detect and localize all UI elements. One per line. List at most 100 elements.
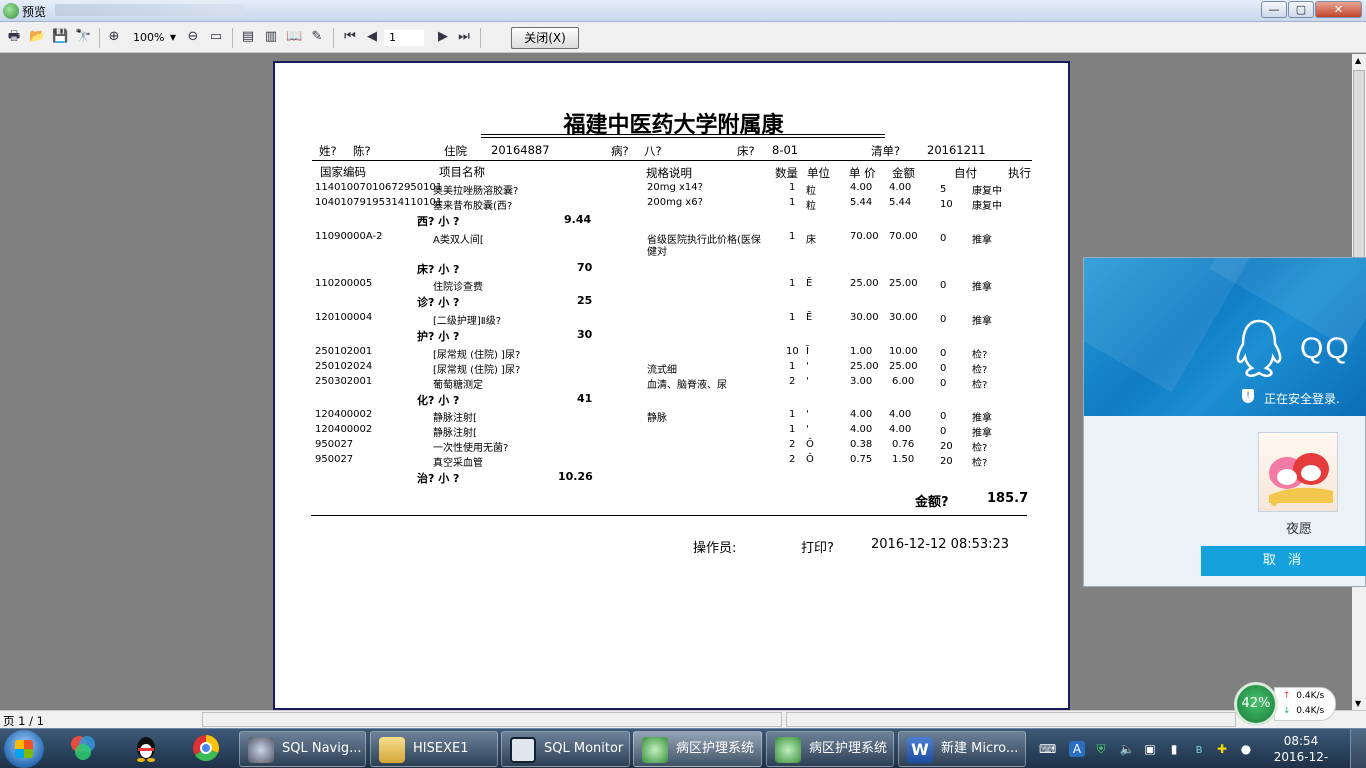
task-sql-navigator[interactable]: SQL Navig... bbox=[239, 731, 366, 767]
item-code: 120100004 bbox=[315, 312, 373, 323]
col-header: 单 价 bbox=[849, 166, 876, 180]
zoom-in-icon[interactable]: ⊕ bbox=[106, 29, 122, 45]
item-price: 30.00 bbox=[850, 312, 879, 323]
item-amount: 10.00 bbox=[889, 346, 918, 357]
item-self: 0 bbox=[940, 426, 947, 437]
col-header: 金额 bbox=[892, 166, 915, 180]
clock[interactable]: 08:54 2016-12-12 bbox=[1268, 733, 1334, 768]
minimize-button[interactable]: — bbox=[1261, 1, 1287, 18]
report-page: 福建中医药大学附属康 姓? 陈? 住院 20164887 病? 八? 床? 8-… bbox=[273, 61, 1070, 710]
zoom-out-icon[interactable]: ⊖ bbox=[185, 29, 201, 45]
pinned-app-icon[interactable] bbox=[59, 733, 107, 765]
maximize-button[interactable]: ▢ bbox=[1288, 1, 1314, 18]
item-exec: 康复中 bbox=[972, 186, 1002, 197]
item-amount: 4.00 bbox=[889, 182, 912, 193]
task-hisexe1[interactable]: HISEXE1 bbox=[370, 731, 498, 767]
keyboard-icon[interactable]: ⌨ bbox=[1039, 741, 1056, 757]
volume-icon[interactable]: 🔈 bbox=[1119, 741, 1135, 757]
color-app-icon bbox=[71, 736, 95, 760]
item-unit: ' bbox=[806, 361, 809, 372]
print-icon[interactable]: 🖶 bbox=[6, 29, 22, 45]
toolbar-separator bbox=[232, 28, 233, 48]
inpatient-label: 住院 bbox=[444, 144, 467, 158]
display-icon[interactable]: ▣ bbox=[1142, 741, 1158, 757]
book-icon[interactable]: 📖 bbox=[286, 29, 302, 45]
item-name: A类双人间[ bbox=[433, 235, 484, 246]
item-name: 葡萄糖测定 bbox=[433, 380, 483, 391]
item-code: 950027 bbox=[315, 454, 354, 465]
one-page-icon[interactable]: ▤ bbox=[240, 29, 256, 45]
ward-value: 八? bbox=[644, 144, 662, 158]
subtotal-label: 化? 小 ? bbox=[417, 394, 460, 407]
total-value: 185.7 bbox=[987, 491, 1029, 506]
close-preview-button[interactable]: 关闭(X) bbox=[511, 27, 579, 49]
whole-page-icon[interactable]: ▭ bbox=[208, 29, 224, 45]
find-icon[interactable]: 🔭 bbox=[75, 29, 91, 45]
windows-logo-icon bbox=[15, 740, 33, 758]
patient-name: 陈? bbox=[353, 144, 371, 158]
cancel-button[interactable]: 取 消 bbox=[1201, 546, 1366, 576]
next-page-icon[interactable]: ▶ bbox=[435, 29, 451, 45]
item-code: 120400002 bbox=[315, 424, 373, 435]
edit-icon[interactable]: ✎ bbox=[309, 29, 325, 45]
plus-icon[interactable]: ✚ bbox=[1214, 741, 1230, 757]
item-amount: 30.00 bbox=[889, 312, 918, 323]
task-word-document[interactable]: W 新建 Micro... bbox=[898, 731, 1026, 767]
item-qty: 1 bbox=[789, 231, 796, 242]
zoom-select[interactable]: 100% ▼ bbox=[128, 29, 178, 47]
word-icon: W bbox=[907, 737, 933, 763]
print-time: 2016-12-12 08:53:23 bbox=[871, 537, 1010, 552]
task-label: 病区护理系统 bbox=[809, 741, 888, 756]
task-ward-nursing-1[interactable]: 病区护理系统 bbox=[633, 731, 762, 767]
download-speed-value: 0.4K/s bbox=[1296, 706, 1325, 716]
task-ward-nursing-2[interactable]: 病区护理系统 bbox=[766, 731, 894, 767]
sql-monitor-icon bbox=[510, 737, 536, 763]
network-monitor[interactable]: ↑ 0.4K/s ↓ 0.4K/s 42% bbox=[1234, 682, 1338, 726]
show-desktop-button[interactable] bbox=[1350, 729, 1366, 768]
scroll-up-icon[interactable]: ▲ bbox=[1355, 56, 1361, 65]
item-code: 11090000A-2 bbox=[315, 231, 383, 242]
scroll-down-icon[interactable]: ▼ bbox=[1355, 699, 1361, 708]
item-amount: 6.00 bbox=[892, 376, 915, 387]
last-page-icon[interactable]: ⏭ bbox=[456, 29, 472, 45]
item-price: 0.75 bbox=[850, 454, 873, 465]
network-icon[interactable]: ▮ bbox=[1166, 741, 1182, 757]
window-title: 预览 bbox=[22, 5, 47, 19]
item-price: 4.00 bbox=[850, 424, 873, 435]
multi-page-icon[interactable]: ▥ bbox=[263, 29, 279, 45]
close-window-button[interactable]: ✕ bbox=[1315, 1, 1362, 18]
chrome-icon[interactable] bbox=[182, 733, 230, 765]
item-self: 20 bbox=[940, 441, 953, 452]
qq-tray-icon[interactable]: ● bbox=[1238, 741, 1254, 757]
shield-icon[interactable]: ⛨ bbox=[1093, 741, 1109, 757]
open-folder-icon[interactable]: 📂 bbox=[29, 29, 45, 45]
prev-page-icon[interactable]: ◀ bbox=[364, 29, 380, 45]
item-spec: 20mg x14? bbox=[647, 182, 703, 193]
total-label: 金额? bbox=[915, 495, 949, 510]
item-price: 1.00 bbox=[850, 346, 873, 357]
subtotal-value: 70 bbox=[577, 261, 593, 274]
first-page-icon[interactable]: ⏮ bbox=[342, 29, 358, 45]
toolbar: 🖶 📂 💾 🔭 ⊕ 100% ▼ ⊖ ▭ ▤ ▥ 📖 ✎ ⏮ ◀ 1 ▶ ⏭ 关闭… bbox=[0, 22, 1366, 53]
task-sql-monitor[interactable]: SQL Monitor bbox=[501, 731, 630, 767]
col-header: 数量 bbox=[775, 166, 798, 180]
clock-time: 08:54 bbox=[1283, 734, 1319, 748]
bed-value: 8-01 bbox=[772, 143, 799, 157]
item-amount: 25.00 bbox=[889, 278, 918, 289]
item-price: 70.00 bbox=[850, 231, 879, 242]
input-method-icon[interactable]: A bbox=[1069, 741, 1085, 757]
bluetooth-icon[interactable]: ʙ bbox=[1191, 741, 1207, 757]
qq-penguin-icon bbox=[1236, 319, 1282, 378]
item-exec: 推拿 bbox=[972, 282, 992, 293]
qq-icon[interactable] bbox=[122, 733, 170, 765]
header-divider bbox=[312, 160, 1032, 161]
item-exec: 推拿 bbox=[972, 428, 992, 439]
speed-box: ↑ 0.4K/s ↓ 0.4K/s bbox=[1274, 687, 1336, 721]
nursing-app-icon bbox=[775, 737, 801, 763]
save-icon[interactable]: 💾 bbox=[52, 29, 68, 45]
login-status: 正在安全登录. bbox=[1264, 392, 1340, 406]
page-number-input[interactable]: 1 bbox=[383, 29, 425, 47]
taskbar: SQL Navig... HISEXE1 SQL Monitor 病区护理系统 … bbox=[0, 728, 1366, 768]
item-code: 250102001 bbox=[315, 346, 373, 357]
start-button[interactable] bbox=[4, 730, 44, 768]
